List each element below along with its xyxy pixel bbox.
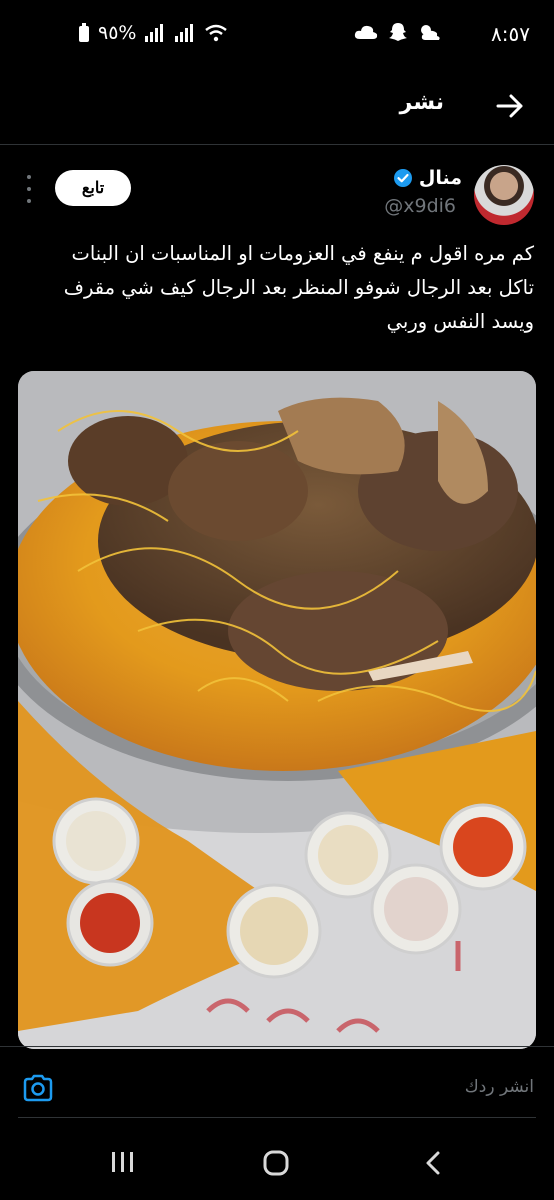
divider — [18, 1117, 536, 1118]
back-arrow-icon[interactable] — [494, 90, 526, 122]
weather-icon — [418, 23, 442, 41]
handle[interactable]: @x9di6 — [384, 195, 456, 217]
tweet-text: كم مره اقول م ينفع في العزومات او المناس… — [63, 242, 534, 333]
cloud-icon — [354, 24, 378, 40]
author-row[interactable]: منال — [393, 167, 462, 189]
snapchat-icon — [388, 22, 408, 42]
signal-icon — [144, 24, 166, 42]
header: نشر — [0, 72, 554, 145]
status-icons-left: %٩٥ — [78, 22, 228, 44]
battery-percent: %٩٥ — [98, 22, 137, 44]
more-options-icon[interactable] — [22, 175, 36, 203]
verified-badge-icon — [393, 168, 413, 188]
wifi-icon — [204, 24, 228, 42]
page-title: نشر — [399, 90, 444, 115]
status-bar: %٩٥ ٨:٥٧ — [0, 0, 554, 72]
system-nav-bar — [0, 1120, 554, 1200]
nav-back-icon[interactable] — [424, 1150, 442, 1176]
camera-icon[interactable] — [22, 1073, 54, 1103]
status-time: ٨:٥٧ — [491, 22, 530, 46]
nav-home-icon[interactable] — [263, 1150, 289, 1176]
tweet-photo[interactable] — [18, 371, 536, 1049]
avatar[interactable] — [474, 165, 534, 225]
reply-input[interactable]: انشر ردك — [465, 1077, 534, 1097]
tweet: منال @x9di6 تابع كم مره اقول م ينفع في ا… — [0, 145, 554, 1049]
signal-icon-2 — [174, 24, 196, 42]
reply-bar: انشر ردك — [0, 1046, 554, 1119]
nav-recents-icon[interactable] — [110, 1150, 136, 1174]
follow-button[interactable]: تابع — [55, 170, 131, 206]
display-name[interactable]: منال — [419, 167, 462, 189]
status-icons-right — [354, 22, 442, 42]
battery-icon — [78, 23, 90, 43]
